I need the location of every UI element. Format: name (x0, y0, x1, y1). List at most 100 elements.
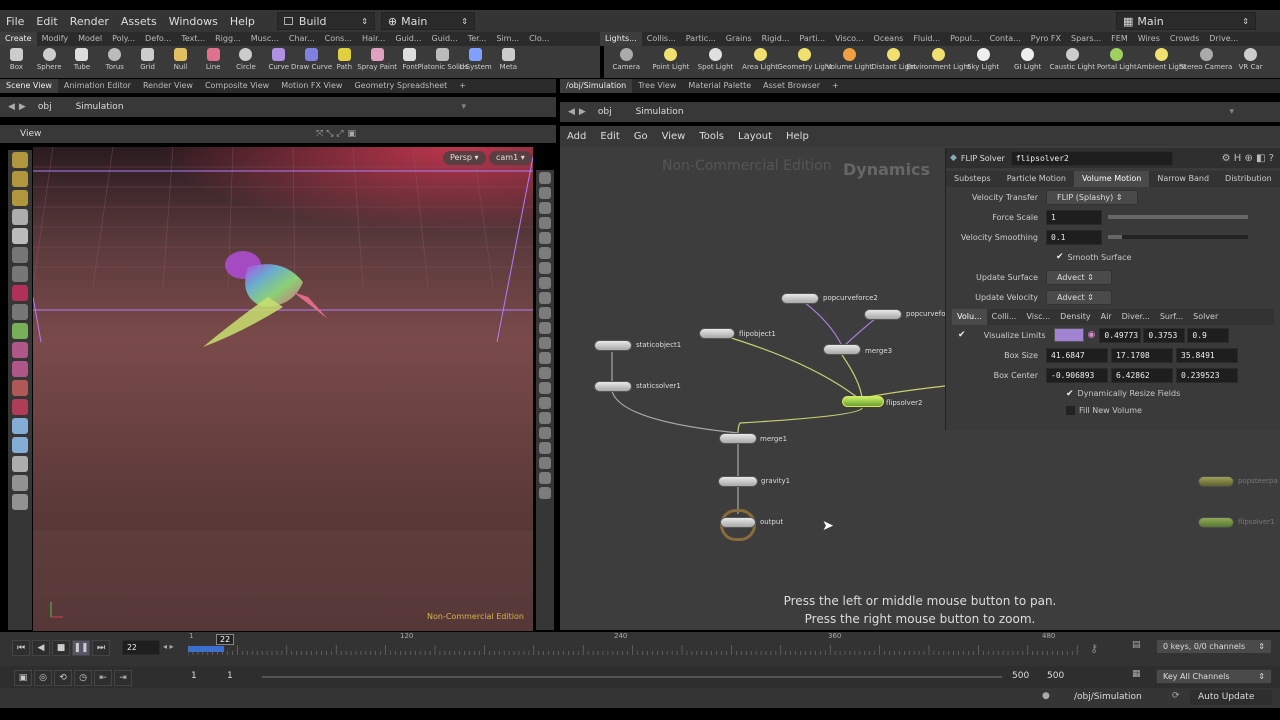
shelf-tab-partic[interactable]: Partic... (681, 32, 721, 46)
tool-portal-light[interactable]: Portal Light (1095, 46, 1140, 78)
forward-arrow-icon[interactable]: ▶ (19, 102, 26, 112)
right-tool-9-icon[interactable] (539, 307, 551, 319)
refresh-icon[interactable]: ⟳ (1172, 691, 1180, 701)
shelf-tab-fluid[interactable]: Fluid... (908, 32, 945, 46)
shelf-tab-clo[interactable]: Clo... (524, 32, 554, 46)
tool-line[interactable]: Line (197, 46, 230, 78)
tool-null[interactable]: Null (164, 46, 197, 78)
shelf-tab-drive[interactable]: Drive... (1204, 32, 1243, 46)
node-popcurvefo[interactable] (864, 309, 902, 320)
node-output[interactable] (720, 517, 756, 528)
shelf-tab-guid[interactable]: Guid... (390, 32, 426, 46)
tool-gi-light[interactable]: GI Light (1005, 46, 1050, 78)
velocity-smoothing-field[interactable]: 0.1 (1046, 229, 1102, 245)
node-staticobject1[interactable] (594, 340, 632, 351)
realtime-icon[interactable]: ▣ (14, 670, 32, 686)
pane-tab-geometry-spreadsheet[interactable]: Geometry Spreadsheet (348, 79, 453, 93)
tool-ambient-light[interactable]: Ambient Light (1137, 46, 1186, 78)
tool-curve[interactable]: Curve (262, 46, 295, 78)
right-tool-0-icon[interactable] (539, 172, 551, 184)
left-tool-13-icon[interactable] (12, 399, 28, 415)
play-back-icon[interactable]: ◀ (32, 640, 50, 656)
tool-platonic-solids[interactable]: Platonic Solids (417, 46, 468, 78)
param-subtab-volu[interactable]: Volu... (952, 309, 987, 325)
left-tool-8-icon[interactable] (12, 304, 28, 320)
chevron-down-icon[interactable]: ▾ (461, 102, 466, 112)
tool-area-light[interactable]: Area Light (738, 46, 783, 78)
box-size-z[interactable]: 35.8491 (1176, 347, 1238, 363)
tool-point-light[interactable]: Point Light (649, 46, 694, 78)
tool-spray-paint[interactable]: Spray Paint (357, 46, 397, 78)
path-obj[interactable]: obj (38, 102, 52, 112)
net-menu-help[interactable]: Help (779, 131, 816, 142)
tool-draw-curve[interactable]: Draw Curve (291, 46, 332, 78)
right-tool-1-icon[interactable] (539, 187, 551, 199)
left-tool-4-icon[interactable] (12, 228, 28, 244)
right-tool-8-icon[interactable] (539, 292, 551, 304)
left-tool-2-icon[interactable] (12, 190, 28, 206)
node-gravity1[interactable] (718, 476, 758, 487)
shelf-tab-fem[interactable]: FEM (1106, 32, 1133, 46)
box-size-x[interactable]: 41.6847 (1046, 347, 1108, 363)
node-merge1[interactable] (719, 433, 757, 444)
tool-environment-light[interactable]: Environment Light (906, 46, 971, 78)
menu-windows[interactable]: Windows (163, 15, 224, 28)
visualize-color-swatch[interactable] (1053, 328, 1084, 342)
right-tool-7-icon[interactable] (539, 277, 551, 289)
pane-tab-composite-view[interactable]: Composite View (199, 79, 275, 93)
vis-color-r[interactable]: 0.49773 (1099, 327, 1142, 343)
tool-sky-light[interactable]: Sky Light (961, 46, 1006, 78)
right-tool-20-icon[interactable] (539, 472, 551, 484)
fill-new-checkbox[interactable] (1066, 406, 1075, 415)
tool-distant-light[interactable]: Distant Light (871, 46, 916, 78)
param-subtab-air[interactable]: Air (1096, 309, 1117, 325)
left-tool-1-icon[interactable] (12, 171, 28, 187)
menu-help[interactable]: Help (224, 15, 261, 28)
velocity-smoothing-slider[interactable] (1108, 235, 1248, 239)
color-wheel-icon[interactable]: ◉ (1088, 330, 1096, 340)
shelf-tab-collis[interactable]: Collis... (642, 32, 681, 46)
last-frame-icon[interactable]: ⏭ (92, 640, 110, 656)
path-obj[interactable]: obj (598, 107, 612, 117)
path-simulation[interactable]: Simulation (636, 107, 684, 117)
left-tool-5-icon[interactable] (12, 247, 28, 263)
shelf-tab-wires[interactable]: Wires (1133, 32, 1165, 46)
pane-tab-motion-fx-view[interactable]: Motion FX View (275, 79, 348, 93)
right-tool-5-icon[interactable] (539, 247, 551, 259)
main-right-dropdown[interactable]: ▦ Main ⇕ (1116, 12, 1256, 30)
left-tool-11-icon[interactable] (12, 361, 28, 377)
param-tab-narrow-band[interactable]: Narrow Band (1149, 171, 1217, 187)
vis-color-b[interactable]: 0.9 (1187, 327, 1230, 343)
tool-tube[interactable]: Tube (66, 46, 99, 78)
keyframe-icon[interactable]: ▦ (1132, 669, 1141, 679)
shelf-tab-poly[interactable]: Poly... (107, 32, 140, 46)
back-arrow-icon[interactable]: ◀ (568, 107, 575, 117)
right-tool-10-icon[interactable] (539, 322, 551, 334)
back-arrow-icon[interactable]: ◀ (8, 102, 15, 112)
tool-font[interactable]: Font (394, 46, 427, 78)
shelf-tab-grains[interactable]: Grains (721, 32, 757, 46)
tool-camera[interactable]: Camera (604, 46, 649, 78)
shelf-tab-ter[interactable]: Ter... (463, 32, 492, 46)
pane-tab-tree-view[interactable]: Tree View (632, 79, 682, 93)
shelf-tab-musc[interactable]: Musc... (246, 32, 284, 46)
update-surface-dropdown[interactable]: Advect ⇕ (1046, 269, 1112, 285)
net-menu-go[interactable]: Go (627, 131, 655, 142)
smooth-surface-checkbox[interactable]: ✔ (1056, 252, 1064, 262)
force-scale-slider[interactable] (1108, 215, 1248, 219)
tool-box[interactable]: Box (0, 46, 33, 78)
key-icon[interactable]: ⚷ (1090, 642, 1098, 655)
node-staticsolver1[interactable] (594, 381, 632, 392)
pane-tab-render-view[interactable]: Render View (137, 79, 199, 93)
right-tool-19-icon[interactable] (539, 457, 551, 469)
net-menu-edit[interactable]: Edit (593, 131, 626, 142)
pane-tab-obj-simulation[interactable]: /obj/Simulation (560, 79, 633, 93)
node-name-field[interactable]: flipsolver2 (1010, 150, 1173, 166)
left-tool-9-icon[interactable] (12, 323, 28, 339)
left-tool-18-icon[interactable] (12, 494, 28, 510)
node-popcurveforce2[interactable] (781, 293, 819, 304)
tool-l-system[interactable]: L-System (459, 46, 492, 78)
tool-caustic-light[interactable]: Caustic Light (1049, 46, 1095, 78)
next-key-icon[interactable]: ⇥ (114, 670, 132, 686)
net-menu-add[interactable]: Add (560, 131, 593, 142)
